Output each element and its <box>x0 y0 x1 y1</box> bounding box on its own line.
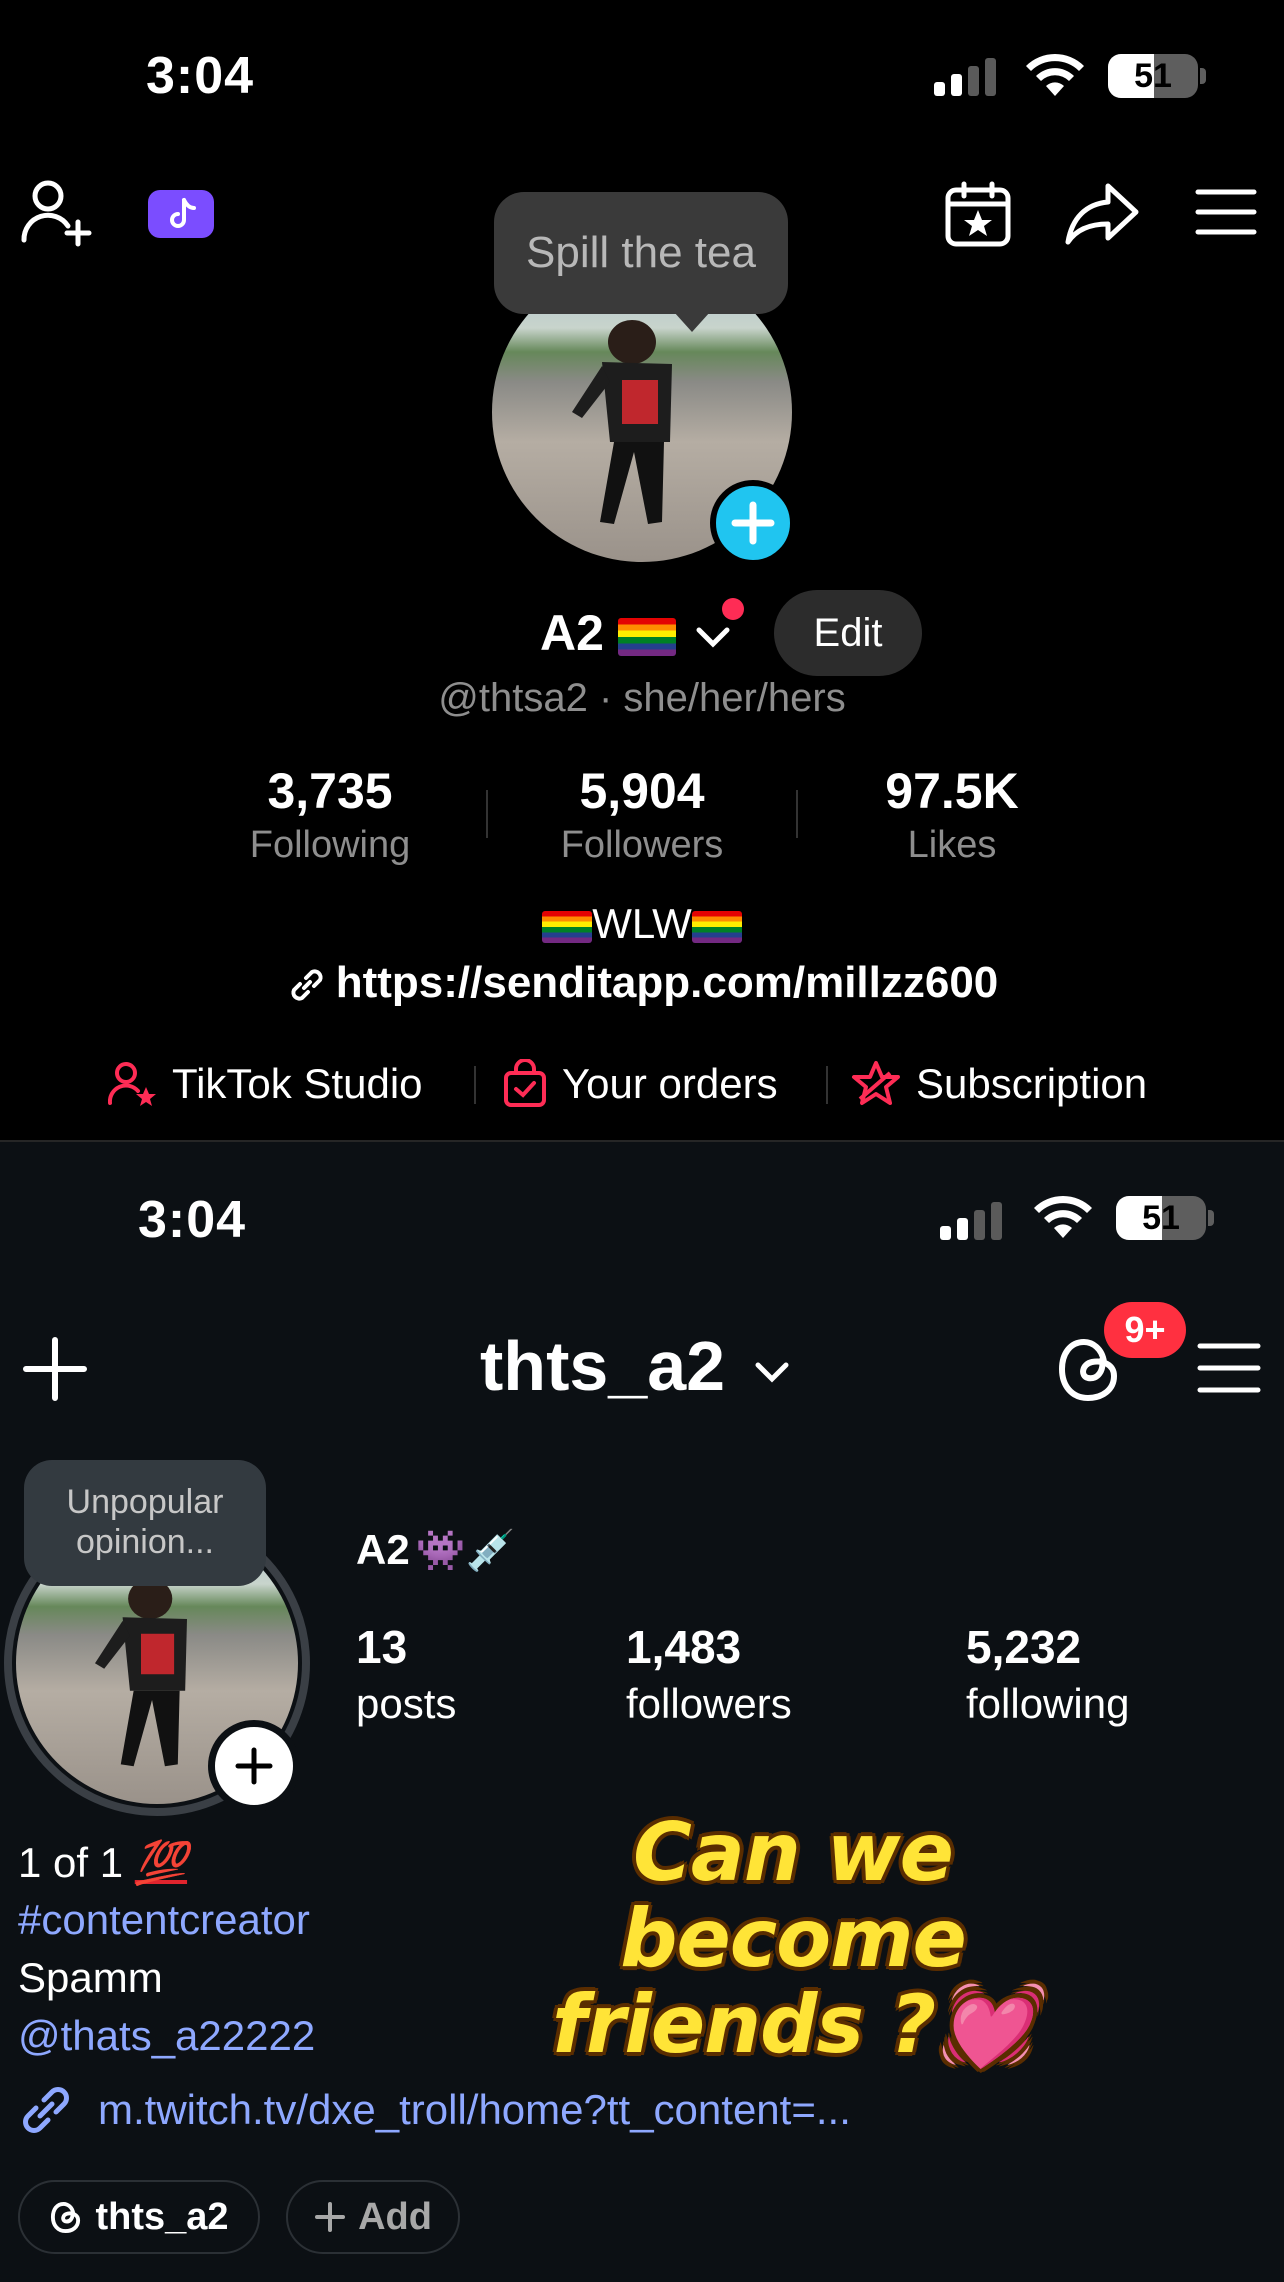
story-tooltip[interactable]: Spill the tea <box>494 192 788 332</box>
your-orders-label: Your orders <box>562 1060 778 1107</box>
tiktok-coin-icon[interactable] <box>146 188 216 240</box>
chevron-down-icon <box>755 1362 789 1383</box>
bio-line: 1 of 1 💯 <box>18 1838 187 1888</box>
link-icon <box>291 969 323 1001</box>
following-stat[interactable]: 3,735 Following <box>210 762 450 867</box>
link-icon <box>23 2087 69 2133</box>
battery-level: 51 <box>1134 56 1172 95</box>
add-story-button[interactable] <box>208 1720 300 1812</box>
add-story-button[interactable] <box>710 480 796 566</box>
bio-mention[interactable]: @thats_a22222 <box>18 2012 315 2060</box>
hundred-emoji: 💯 <box>134 1838 188 1887</box>
add-pill-label: Add <box>358 2195 432 2238</box>
menu-icon[interactable] <box>1196 1340 1262 1396</box>
followers-count: 1,483 <box>626 1621 742 1673</box>
display-name[interactable]: A2 <box>540 604 732 662</box>
status-time: 3:04 <box>146 47 255 105</box>
avatar-person-figure <box>572 320 672 524</box>
followers-label: Followers <box>560 824 724 866</box>
subscription-button[interactable]: Subscription <box>850 1052 1147 1116</box>
rainbow-flag-icon <box>617 617 676 656</box>
avatar-person-figure <box>95 1578 187 1767</box>
followers-count: 5,904 <box>579 763 705 819</box>
subscription-label: Subscription <box>916 1060 1148 1107</box>
overlay-caption: Can we become friends ?💓 <box>478 1810 1108 2068</box>
your-orders-button[interactable]: Your orders <box>502 1052 778 1116</box>
tiktok-studio-label: TikTok Studio <box>172 1060 423 1107</box>
following-label: Following <box>249 824 411 866</box>
add-friend-icon[interactable] <box>18 176 98 248</box>
rainbow-flag-icon <box>691 910 742 943</box>
posts-label: posts <box>356 1680 457 1727</box>
following-count: 5,232 <box>966 1621 1082 1673</box>
followers-label: followers <box>626 1680 792 1727</box>
tiktok-studio-button[interactable]: TikTok Studio <box>108 1052 423 1116</box>
stat-divider <box>796 790 798 838</box>
battery-level: 51 <box>1142 1198 1180 1237</box>
bio-link-text: https://senditapp.com/millzz600 <box>335 958 999 1007</box>
account-switcher[interactable]: thts_a2 <box>480 1326 791 1406</box>
bio-link[interactable]: m.twitch.tv/dxe_troll/home?tt_content=..… <box>18 2082 851 2138</box>
battery-tip <box>1200 68 1206 84</box>
followers-stat[interactable]: 1,483 followers <box>626 1620 792 1728</box>
tool-divider <box>474 1066 476 1104</box>
bio: WLW <box>0 900 1284 948</box>
notification-dot <box>722 598 744 620</box>
username-pronouns: @thtsa2 · she/her/hers <box>438 676 846 720</box>
display-name: A2 👾💉 <box>356 1526 515 1574</box>
following-count: 3,735 <box>267 763 393 819</box>
cellular-signal-icon <box>934 56 996 96</box>
cellular-signal-icon <box>940 1200 1002 1240</box>
tool-divider <box>826 1066 828 1104</box>
overlay-caption-line: Can we become <box>620 1806 967 1985</box>
stat-divider <box>486 790 488 838</box>
wifi-icon <box>1024 52 1086 98</box>
name-emojis: 👾💉 <box>415 1527 516 1574</box>
bio-text: Spamm <box>18 1954 163 2001</box>
posts-count: 13 <box>356 1621 408 1673</box>
share-icon[interactable] <box>1064 182 1140 246</box>
display-name-text: A2 <box>540 605 604 661</box>
calendar-star-icon[interactable] <box>944 180 1012 248</box>
plus-icon <box>235 1747 273 1785</box>
posts-stat[interactable]: 13 posts <box>356 1620 456 1728</box>
tiktok-profile-screenshot: 3:04 51 Spill the tea A2 Edit @thtsa2 · … <box>0 0 1284 1140</box>
rainbow-flag-icon <box>542 910 593 943</box>
threads-pill-label: thts_a2 <box>95 2195 229 2238</box>
threads-icon <box>51 2201 81 2234</box>
bio-line-text: 1 of 1 <box>18 1839 124 1886</box>
status-time: 3:04 <box>138 1191 247 1249</box>
create-plus-icon[interactable] <box>22 1336 88 1402</box>
shopping-bag-icon <box>504 1059 546 1107</box>
battery-indicator: 51 <box>1108 54 1198 98</box>
battery-tip <box>1208 1210 1214 1226</box>
overlay-caption-line: friends ?💓 <box>552 1978 1035 2071</box>
wifi-icon <box>1032 1194 1094 1240</box>
star-ribbon-icon <box>852 1061 900 1105</box>
following-stat[interactable]: 5,232 following <box>966 1620 1129 1728</box>
person-star-icon <box>108 1062 156 1106</box>
display-name-text: A2 <box>356 1526 410 1573</box>
likes-label: Likes <box>907 824 997 866</box>
plus-icon <box>315 2202 346 2232</box>
bio-link[interactable]: https://senditapp.com/millzz600 <box>0 958 1284 1008</box>
followers-stat[interactable]: 5,904 Followers <box>522 762 762 867</box>
plus-icon <box>731 501 775 545</box>
bio-hashtag[interactable]: #contentcreator <box>18 1896 310 1944</box>
edit-profile-button[interactable]: Edit <box>774 590 922 676</box>
following-label: following <box>966 1680 1130 1727</box>
add-link-pill[interactable]: Add <box>286 2180 460 2254</box>
note-tooltip[interactable]: Unpopular opinion... <box>24 1460 266 1586</box>
chevron-down-icon[interactable] <box>694 622 732 652</box>
likes-count: 97.5K <box>885 763 1019 819</box>
username-text: thts_a2 <box>480 1327 726 1405</box>
battery-indicator: 51 <box>1116 1196 1206 1240</box>
bio-link-text: m.twitch.tv/dxe_troll/home?tt_content=..… <box>98 2086 851 2133</box>
bio-text: WLW <box>592 900 692 947</box>
notification-badge: 9+ <box>1104 1302 1186 1358</box>
menu-icon[interactable] <box>1194 188 1258 236</box>
likes-stat[interactable]: 97.5K Likes <box>832 762 1072 867</box>
threads-profile-pill[interactable]: thts_a2 <box>18 2180 260 2254</box>
